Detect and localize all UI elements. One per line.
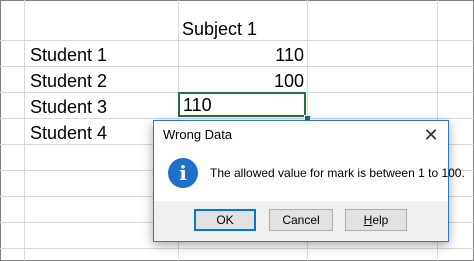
column-header-subject[interactable]: Subject 1 bbox=[182, 16, 257, 42]
dialog-content: i The allowed value for mark is between … bbox=[154, 149, 465, 201]
dialog-message: The allowed value for mark is between 1 … bbox=[210, 166, 465, 180]
row-label-student-4[interactable]: Student 4 bbox=[30, 120, 107, 146]
dialog-button-bar: OK Cancel Help bbox=[154, 201, 448, 241]
cell-student-2-mark[interactable]: 100 bbox=[182, 68, 304, 94]
help-button[interactable]: Help bbox=[345, 209, 407, 231]
ok-button[interactable]: OK bbox=[194, 209, 256, 231]
help-button-label: elp bbox=[372, 213, 389, 227]
row-divider bbox=[0, 248, 474, 249]
close-icon[interactable]: ✕ bbox=[414, 121, 448, 149]
dialog-title: Wrong Data bbox=[163, 127, 233, 142]
info-icon: i bbox=[168, 158, 198, 188]
cell-student-1-mark[interactable]: 110 bbox=[182, 42, 304, 68]
active-cell-student-3-mark[interactable]: 110 bbox=[178, 92, 306, 117]
row-label-student-1[interactable]: Student 1 bbox=[30, 42, 107, 68]
dialog-titlebar[interactable]: Wrong Data ✕ bbox=[154, 121, 448, 149]
cancel-button[interactable]: Cancel bbox=[269, 209, 333, 231]
active-cell-value[interactable]: 110 bbox=[183, 94, 212, 116]
row-label-student-2[interactable]: Student 2 bbox=[30, 68, 107, 94]
column-divider bbox=[24, 0, 25, 261]
info-icon-glyph: i bbox=[179, 161, 187, 185]
wrong-data-dialog: Wrong Data ✕ i The allowed value for mar… bbox=[153, 120, 465, 242]
row-label-student-3[interactable]: Student 3 bbox=[30, 94, 107, 120]
